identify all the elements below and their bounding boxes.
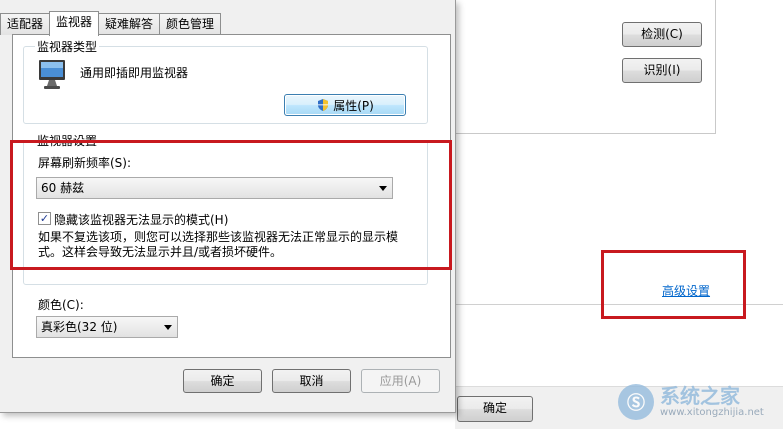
properties-button[interactable]: 属性(P) xyxy=(284,94,406,116)
shield-icon xyxy=(318,99,329,111)
tab-adapter[interactable]: 适配器 xyxy=(0,13,51,35)
watermark-url: www.xitongzhijia.net xyxy=(660,407,764,418)
color-depth-label: 颜色(C): xyxy=(38,298,84,312)
apply-button[interactable]: 应用(A) xyxy=(361,369,440,393)
monitor-name: 通用即插即用监视器 xyxy=(80,66,189,80)
monitor-properties-dialog: 适配器 监视器 疑难解答 颜色管理 监视器类型 通用即插即用监视器 属性(P) … xyxy=(0,0,456,413)
tab-strip: 适配器 监视器 疑难解答 颜色管理 xyxy=(0,11,222,36)
ok-button[interactable]: 确定 xyxy=(183,369,262,393)
color-depth-value: 真彩色(32 位) xyxy=(41,320,118,334)
cancel-button[interactable]: 取消 xyxy=(272,369,351,393)
ok-button[interactable]: 确定 xyxy=(457,396,533,422)
watermark-logo-icon: Ⓢ xyxy=(618,384,654,420)
tab-monitor[interactable]: 监视器 xyxy=(49,11,100,36)
color-depth-select[interactable]: 真彩色(32 位) xyxy=(36,316,178,338)
monitor-type-title: 监视器类型 xyxy=(35,38,100,55)
watermark-text: 系统之家 xyxy=(660,384,740,408)
watermark: Ⓢ 系统之家 www.xitongzhijia.net xyxy=(618,376,783,428)
monitor-icon xyxy=(39,60,65,89)
properties-label: 属性(P) xyxy=(333,98,374,113)
highlight-box-advanced xyxy=(601,250,746,319)
detect-button[interactable]: 检测(C) xyxy=(622,22,702,47)
tab-troubleshoot[interactable]: 疑难解答 xyxy=(98,13,161,35)
chevron-down-icon xyxy=(164,325,172,330)
identify-button[interactable]: 识别(I) xyxy=(622,58,702,83)
highlight-box-settings xyxy=(10,140,452,270)
tab-color-management[interactable]: 颜色管理 xyxy=(159,13,222,35)
